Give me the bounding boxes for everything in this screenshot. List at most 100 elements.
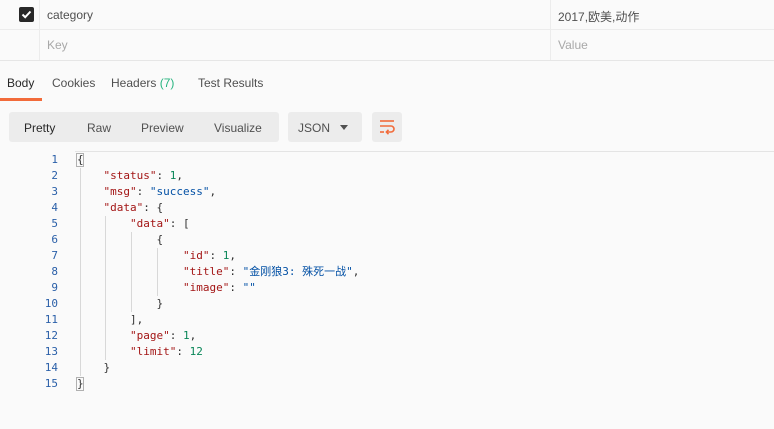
- view-mode-segmented: Pretty Raw Preview Visualize: [9, 112, 279, 142]
- line-number: 13: [44, 345, 58, 358]
- code-text: "title": "金刚狼3: 殊死一战",: [182, 265, 360, 278]
- brace-close: }: [77, 377, 84, 390]
- json-key: "image": [182, 281, 230, 294]
- bracket-open: [: [182, 217, 190, 230]
- code-text: "page": 1,: [129, 329, 197, 342]
- param-row: category 2017,欧美,动作: [0, 0, 774, 30]
- code-line: 11 ],: [0, 312, 774, 328]
- brace-close: }: [103, 361, 111, 374]
- json-key: "msg": [103, 185, 137, 198]
- param-key: category: [47, 8, 94, 22]
- line-number: 8: [51, 265, 58, 278]
- line-number: 7: [51, 249, 58, 262]
- param-key-placeholder: Key: [47, 38, 68, 52]
- tab-test-results[interactable]: Test Results: [198, 76, 263, 90]
- json-key: "status": [103, 169, 157, 182]
- code-text: "status": 1,: [103, 169, 183, 182]
- code-line: 4 "data": {: [0, 200, 774, 216]
- code-line: 14 }: [0, 360, 774, 376]
- tab-cookies[interactable]: Cookies: [52, 76, 95, 90]
- response-tabs: Body Cookies Headers (7) Test Results: [0, 62, 774, 102]
- pretty-button[interactable]: Pretty: [24, 121, 55, 135]
- code-text: ],: [77, 312, 143, 328]
- code-line: 8 "title": "金刚狼3: 殊死一战",: [0, 264, 774, 280]
- checkmark-icon: [21, 10, 32, 19]
- code-text: }: [77, 296, 163, 312]
- bracket-close: ],: [129, 313, 144, 326]
- param-enable-cell-empty: [0, 30, 40, 60]
- param-key-input[interactable]: Key: [41, 30, 551, 60]
- line-number: 12: [44, 329, 58, 342]
- code-line: 15 }: [0, 376, 774, 392]
- code-text: }: [77, 360, 111, 376]
- code-line: 9 "image": "": [0, 280, 774, 296]
- param-enable-cell: [0, 0, 40, 30]
- format-dropdown-label: JSON: [298, 121, 331, 135]
- code-line: 2 "status": 1,: [0, 168, 774, 184]
- line-number: 9: [51, 281, 58, 294]
- brace-open: {: [77, 153, 84, 166]
- code-text: "limit": 12: [129, 345, 203, 358]
- line-number: 15: [44, 377, 58, 390]
- code-line: 3 "msg": "success",: [0, 184, 774, 200]
- params-table: category 2017,欧美,动作 Key Value: [0, 0, 774, 61]
- json-string: "金刚狼3: 殊死一战": [242, 265, 353, 278]
- line-number: 14: [44, 361, 58, 374]
- json-key: "page": [129, 329, 170, 342]
- param-value-placeholder: Value: [558, 38, 588, 52]
- json-string: "success": [149, 185, 210, 198]
- line-number: 10: [44, 297, 58, 310]
- code-line: 7 "id": 1,: [0, 248, 774, 264]
- line-number: 1: [51, 153, 58, 166]
- brace-close: }: [156, 297, 164, 310]
- brace-open: {: [156, 233, 164, 246]
- tab-headers-label: Headers: [111, 76, 157, 90]
- line-number: 3: [51, 185, 58, 198]
- visualize-button[interactable]: Visualize: [214, 121, 262, 135]
- json-key: "data": [103, 201, 144, 214]
- json-key: "data": [129, 217, 170, 230]
- code-line: 6 {: [0, 232, 774, 248]
- format-dropdown[interactable]: JSON: [288, 112, 362, 142]
- code-line: 13 "limit": 12: [0, 344, 774, 360]
- code-text: "image": "": [182, 281, 256, 294]
- response-panel: category 2017,欧美,动作 Key Value Body Cooki…: [0, 0, 774, 429]
- code-text: "id": 1,: [182, 249, 236, 262]
- param-enable-checkbox[interactable]: [19, 7, 34, 22]
- param-key-cell[interactable]: category: [41, 0, 551, 30]
- tab-body[interactable]: Body: [7, 76, 34, 90]
- json-number: 1: [182, 329, 190, 342]
- json-key: "id": [182, 249, 210, 262]
- json-number: 12: [189, 345, 203, 358]
- headers-count-badge: (7): [159, 76, 175, 90]
- json-key: "title": [182, 265, 230, 278]
- code-line: 1 {: [0, 152, 774, 168]
- code-line: 5 "data": [: [0, 216, 774, 232]
- wrap-lines-button[interactable]: [372, 112, 402, 142]
- line-number: 6: [51, 233, 58, 246]
- line-number: 11: [44, 313, 58, 326]
- line-number: 4: [51, 201, 58, 214]
- code-text: {: [77, 232, 163, 248]
- active-tab-indicator: [0, 98, 42, 101]
- code-text: }: [77, 376, 84, 392]
- raw-button[interactable]: Raw: [87, 121, 111, 135]
- chevron-down-icon: [340, 125, 348, 130]
- code-text: "data": [: [129, 217, 190, 230]
- line-number: 5: [51, 217, 58, 230]
- param-value: 2017,欧美,动作: [558, 10, 640, 24]
- code-text: "msg": "success",: [103, 185, 217, 198]
- code-text: {: [77, 152, 84, 168]
- preview-button[interactable]: Preview: [141, 121, 184, 135]
- param-row-empty: Key Value: [0, 30, 774, 60]
- code-line: 12 "page": 1,: [0, 328, 774, 344]
- json-key: "limit": [129, 345, 177, 358]
- code-text: "data": {: [103, 201, 164, 214]
- param-value-cell[interactable]: 2017,欧美,动作: [552, 0, 774, 30]
- tab-headers[interactable]: Headers (7): [111, 76, 174, 90]
- line-number: 2: [51, 169, 58, 182]
- param-value-input[interactable]: Value: [552, 30, 774, 60]
- code-line: 10 }: [0, 296, 774, 312]
- wrap-lines-icon: [380, 120, 395, 135]
- json-string: "": [242, 281, 256, 294]
